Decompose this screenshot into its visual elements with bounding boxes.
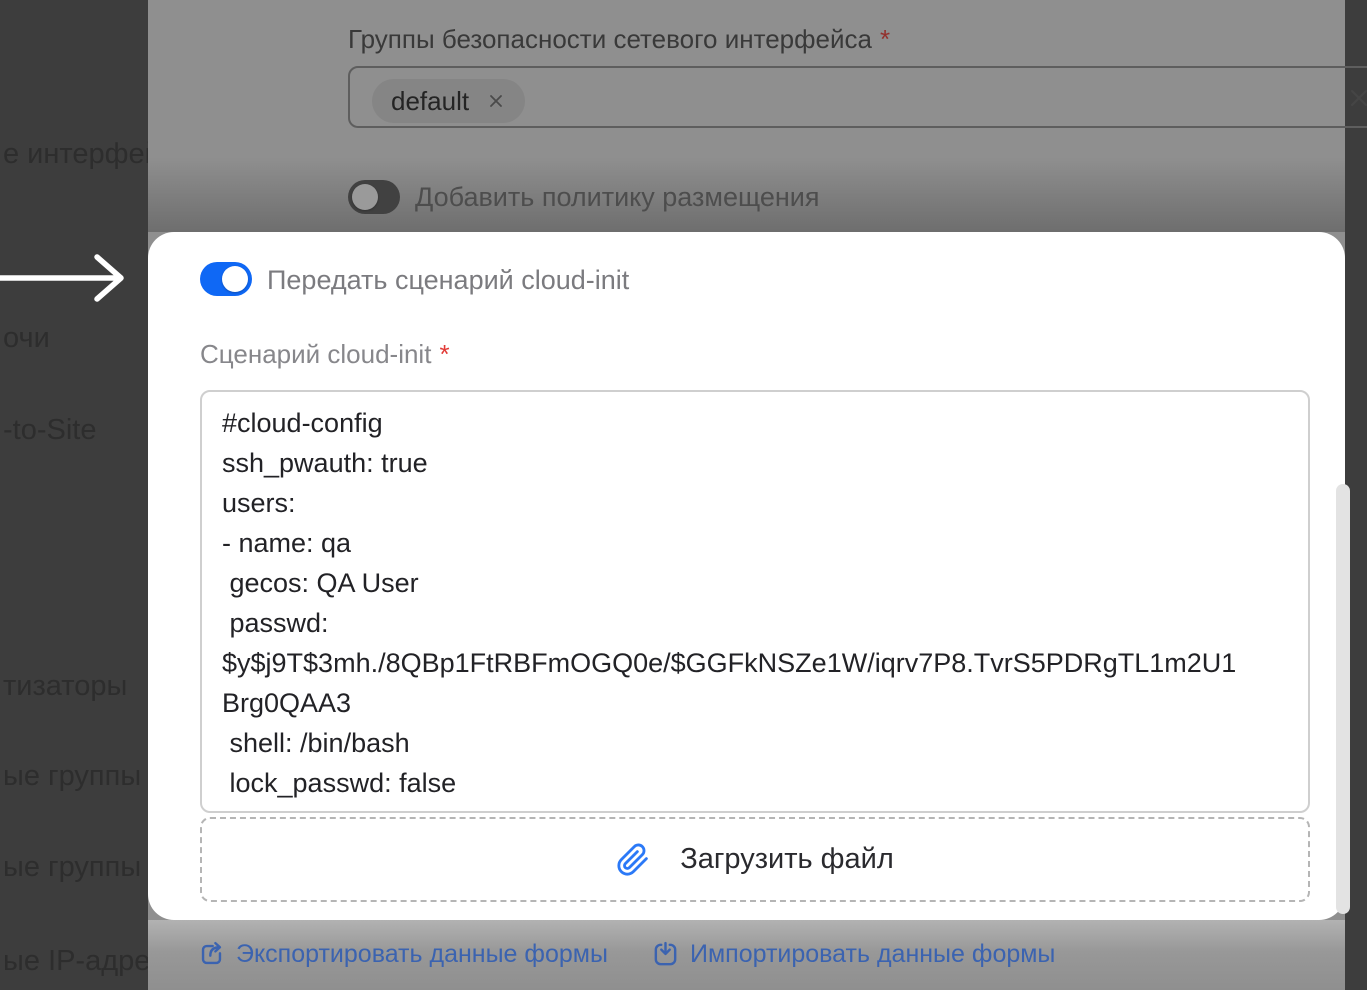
cloud-init-field-label: Сценарий cloud-init * xyxy=(200,339,450,370)
chip-label: default xyxy=(391,85,470,116)
import-label: Импортировать данные формы xyxy=(690,940,1056,968)
cloud-init-toggle-label: Передать сценарий cloud-init xyxy=(267,265,630,295)
selected-tag-chip: default xyxy=(372,79,526,123)
placement-policy-label: Добавить политику размещения xyxy=(415,182,820,212)
security-groups-label-text: Группы безопасности сетевого интерфейса xyxy=(348,24,872,54)
highlight-panel: Передать сценарий cloud-init Сценарий cl… xyxy=(148,232,1350,920)
paperclip-icon xyxy=(617,843,648,876)
toggle-knob xyxy=(352,184,378,210)
required-asterisk: * xyxy=(879,24,891,54)
security-groups-label: Группы безопасности сетевого интерфейса * xyxy=(348,24,890,55)
cloud-init-editor[interactable]: #cloud-config ssh_pwauth: true users: - … xyxy=(200,390,1310,813)
export-icon xyxy=(201,941,222,965)
sidebar-item-network-interfaces[interactable]: е интерфей xyxy=(3,138,148,171)
cloud-init-label-text: Сценарий cloud-init xyxy=(200,339,432,369)
sidebar-dimmed: е интерфей очи -to-Site тизаторы ые груп… xyxy=(0,0,148,990)
sidebar-item-groups-2[interactable]: ые группы xyxy=(3,851,141,884)
scrollbar-thumb[interactable] xyxy=(1336,484,1350,914)
screenshot-canvas: е интерфей очи -to-Site тизаторы ые груп… xyxy=(0,0,1367,990)
sidebar-item-routers[interactable]: тизаторы xyxy=(3,670,127,703)
sidebar-item-keys[interactable]: очи xyxy=(3,322,50,355)
export-label: Экспортировать данные формы xyxy=(236,940,608,968)
form-footer-dimmed: Экспортировать данные формы Импортироват… xyxy=(148,920,1345,990)
sidebar-item-groups-1[interactable]: ые группы xyxy=(3,760,141,793)
toggle-knob xyxy=(222,266,248,292)
import-form-data-link[interactable]: Импортировать данные формы xyxy=(651,940,1055,969)
clear-select-icon[interactable] xyxy=(1344,83,1367,113)
sidebar-item-site-to-site[interactable]: -to-Site xyxy=(3,414,96,447)
import-icon xyxy=(654,941,677,966)
cloud-init-toggle[interactable] xyxy=(200,262,252,296)
form-dimmed-area: Группы безопасности сетевого интерфейса *… xyxy=(148,0,1367,232)
required-asterisk: * xyxy=(439,339,450,369)
upload-file-button[interactable]: Загрузить файл xyxy=(200,817,1310,902)
export-form-data-link[interactable]: Экспортировать данные формы xyxy=(197,940,608,969)
upload-file-label: Загрузить файл xyxy=(680,843,894,875)
chip-remove-icon[interactable] xyxy=(483,88,509,114)
annotation-arrow-icon xyxy=(0,254,124,302)
sidebar-item-ip-addresses[interactable]: ые IP-адре xyxy=(3,945,148,978)
placement-policy-toggle[interactable] xyxy=(348,180,400,214)
security-groups-select[interactable]: default xyxy=(348,66,1367,128)
